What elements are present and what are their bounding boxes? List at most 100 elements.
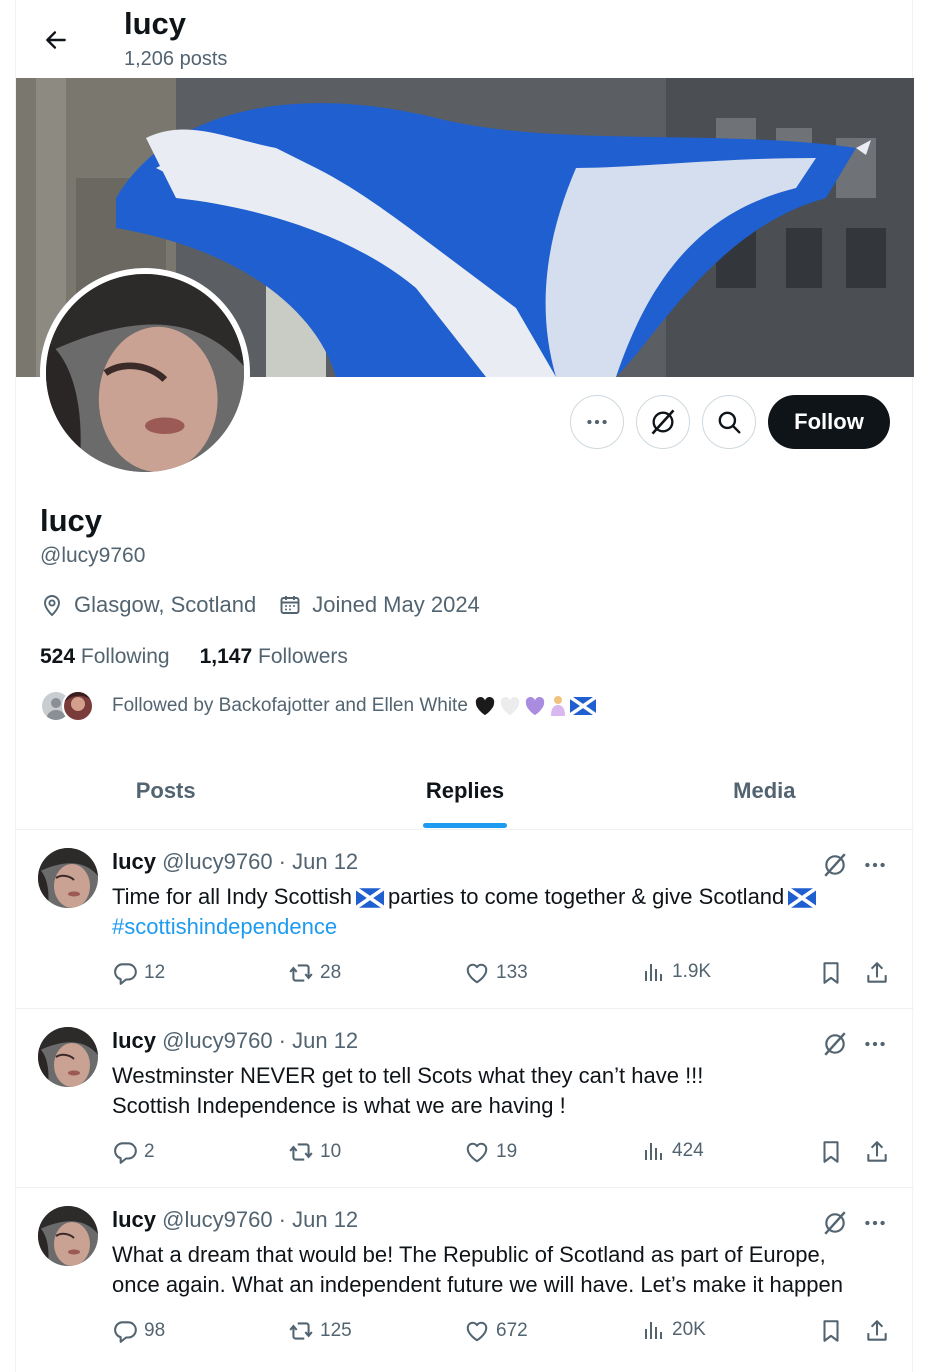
view-count: 20K bbox=[672, 1319, 706, 1340]
location-text: Glasgow, Scotland bbox=[74, 592, 257, 617]
like-count: 672 bbox=[496, 1320, 528, 1341]
share-button[interactable] bbox=[864, 960, 896, 986]
profile-handle: @lucy9760 bbox=[40, 544, 146, 567]
post-header: lucy @lucy9760 · Jun 12 bbox=[112, 849, 358, 875]
like-button[interactable]: 19 bbox=[464, 1139, 517, 1165]
share-icon bbox=[864, 1139, 890, 1165]
follower-avatars bbox=[40, 688, 102, 724]
like-icon bbox=[464, 960, 490, 986]
join-date-text: Joined May 2024 bbox=[312, 592, 480, 617]
views-button[interactable]: 424 bbox=[642, 1139, 704, 1163]
back-button[interactable] bbox=[36, 20, 76, 60]
tab-replies[interactable]: Replies bbox=[315, 752, 614, 829]
scotland-flag-icon bbox=[356, 888, 384, 908]
view-count: 424 bbox=[672, 1140, 704, 1161]
followers-link[interactable]: 1,147 Followers bbox=[200, 645, 348, 669]
repost-icon bbox=[288, 1139, 314, 1165]
follow-button[interactable]: Follow bbox=[768, 395, 890, 449]
post-meta: @lucy9760 · Jun 12 bbox=[162, 849, 359, 874]
profile-avatar[interactable] bbox=[40, 268, 250, 478]
views-button[interactable]: 1.9K bbox=[642, 960, 711, 984]
reply-button[interactable]: 12 bbox=[112, 960, 165, 986]
follow-stats: 524 Following 1,147 Followers bbox=[40, 645, 378, 669]
header-name: lucy bbox=[124, 6, 187, 41]
reply-count: 98 bbox=[144, 1320, 166, 1341]
more-icon[interactable] bbox=[862, 1210, 888, 1236]
tab-media[interactable]: Media bbox=[615, 752, 914, 829]
grok-button[interactable] bbox=[636, 395, 690, 449]
post-text: What a dream that would be! The Republic… bbox=[112, 1240, 882, 1300]
more-icon[interactable] bbox=[862, 852, 888, 878]
like-button[interactable]: 672 bbox=[464, 1318, 528, 1344]
post-text-line: What a dream that would be! The Republic… bbox=[112, 1242, 826, 1267]
views-icon bbox=[642, 1318, 666, 1342]
post-author[interactable]: lucy bbox=[112, 1028, 156, 1053]
post-actions: 12 28 133 1.9K bbox=[112, 960, 892, 990]
bookmark-button[interactable] bbox=[818, 960, 850, 986]
repost-button[interactable]: 28 bbox=[288, 960, 341, 986]
more-icon[interactable] bbox=[862, 1031, 888, 1057]
views-icon bbox=[642, 960, 666, 984]
grok-icon[interactable] bbox=[822, 1031, 848, 1057]
reply-button[interactable]: 98 bbox=[112, 1318, 165, 1344]
reply-count: 2 bbox=[144, 1141, 155, 1162]
top-bar: lucy 1,206 posts bbox=[16, 0, 914, 78]
post-author[interactable]: lucy bbox=[112, 849, 156, 874]
reply-button[interactable]: 2 bbox=[112, 1139, 155, 1165]
share-button[interactable] bbox=[864, 1139, 896, 1165]
name-emojis bbox=[474, 695, 596, 717]
followed-by[interactable]: Followed by Backofajotter and Ellen Whit… bbox=[40, 688, 596, 724]
following-link[interactable]: 524 Following bbox=[40, 645, 170, 669]
post-text-line: Scottish Independence is what we are hav… bbox=[112, 1093, 566, 1118]
post-text-line: Westminster NEVER get to tell Scots what… bbox=[112, 1063, 704, 1088]
post-text-part: Time for all Indy Scottish bbox=[112, 884, 353, 909]
repost-count: 10 bbox=[320, 1141, 342, 1162]
grok-icon[interactable] bbox=[822, 852, 848, 878]
followers-count: 1,147 bbox=[199, 645, 253, 668]
post-text-line: once again. What an independent future w… bbox=[112, 1272, 843, 1297]
repost-button[interactable]: 10 bbox=[288, 1139, 341, 1165]
reply-count: 12 bbox=[144, 962, 166, 983]
search-button[interactable] bbox=[702, 395, 756, 449]
post[interactable]: lucy @lucy9760 · Jun 12 Time for all Ind… bbox=[16, 830, 914, 1009]
post-meta: @lucy9760 · Jun 12 bbox=[162, 1207, 359, 1232]
post-author[interactable]: lucy bbox=[112, 1207, 156, 1232]
avatar[interactable] bbox=[38, 1206, 98, 1266]
more-button[interactable] bbox=[570, 395, 624, 449]
repost-icon bbox=[288, 1318, 314, 1344]
profile-meta: Glasgow, Scotland Joined May 2024 bbox=[40, 592, 502, 618]
profile-name: lucy bbox=[40, 503, 103, 538]
profile-column: lucy 1,206 posts Follow lucy @lucy9760 G… bbox=[15, 0, 914, 1372]
repost-button[interactable]: 125 bbox=[288, 1318, 352, 1344]
profile-tabs: Posts Replies Media bbox=[16, 752, 914, 830]
views-icon bbox=[642, 1139, 666, 1163]
views-button[interactable]: 20K bbox=[642, 1318, 706, 1342]
search-icon bbox=[718, 411, 741, 434]
share-icon bbox=[864, 960, 890, 986]
post-count: 1,206 posts bbox=[124, 48, 228, 70]
share-button[interactable] bbox=[864, 1318, 896, 1344]
repost-count: 125 bbox=[320, 1320, 352, 1341]
tab-posts[interactable]: Posts bbox=[16, 752, 315, 829]
tab-label: Replies bbox=[425, 777, 505, 803]
like-count: 133 bbox=[496, 962, 528, 983]
avatar[interactable] bbox=[38, 1027, 98, 1087]
like-count: 19 bbox=[496, 1141, 518, 1162]
post-text: Westminster NEVER get to tell Scots what… bbox=[112, 1061, 882, 1121]
location-pin-icon bbox=[44, 595, 60, 617]
hashtag-link[interactable]: #scottishindependence bbox=[112, 914, 337, 939]
post[interactable]: lucy @lucy9760 · Jun 12 What a dream tha… bbox=[16, 1188, 914, 1372]
avatar[interactable] bbox=[38, 848, 98, 908]
like-button[interactable]: 133 bbox=[464, 960, 528, 986]
bookmark-icon bbox=[818, 960, 844, 986]
grok-icon[interactable] bbox=[822, 1210, 848, 1236]
view-count: 1.9K bbox=[672, 961, 712, 982]
post[interactable]: lucy @lucy9760 · Jun 12 Westminster NEVE… bbox=[16, 1009, 914, 1188]
scotland-flag-icon bbox=[788, 888, 816, 908]
repost-icon bbox=[288, 960, 314, 986]
reply-icon bbox=[112, 960, 138, 986]
bookmark-button[interactable] bbox=[818, 1139, 850, 1165]
more-icon bbox=[584, 409, 610, 435]
tab-label: Media bbox=[733, 777, 796, 803]
bookmark-button[interactable] bbox=[818, 1318, 850, 1344]
